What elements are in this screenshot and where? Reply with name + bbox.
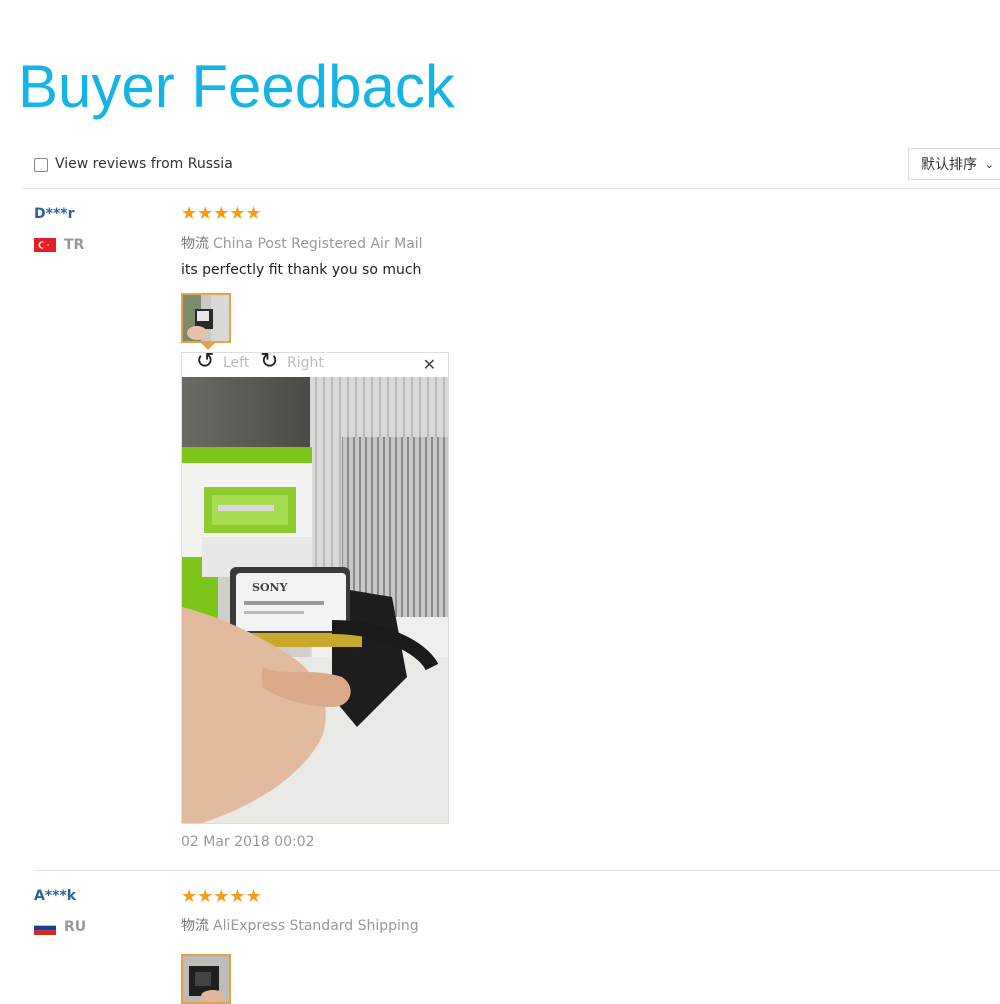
filter-bar: View reviews from Russia 默认排序 ⌄ [22,144,1000,189]
reviewer-country: TR [64,237,85,253]
review-photo-image: SONY [182,377,448,823]
shipping-label: 物流 [181,236,209,252]
close-icon[interactable]: ✕ [423,355,436,374]
rotate-left-icon: ↺ [196,349,215,374]
turkey-flag-icon [34,238,56,252]
shipping-method: AliExpress Standard Shipping [213,918,419,934]
review-comment: its perfectly fit thank you so much [181,262,422,278]
rotate-left-label: Left [223,355,250,371]
russia-reviews-checkbox[interactable] [34,158,48,172]
shipping-label: 物流 [181,918,209,934]
star-rating: ★★★★★ [181,886,262,907]
sort-label: 默认排序 [921,157,977,173]
camera-brand-label: SONY [252,581,288,594]
shipping-info: 物流 China Post Registered Air Mail [181,233,423,253]
review-photo-thumbnail[interactable] [181,293,231,343]
rotate-right-icon: ↻ [260,349,279,374]
thumbnail-image [183,295,229,341]
shipping-info: 物流 AliExpress Standard Shipping [181,915,419,935]
reviewer-name[interactable]: A***k [34,888,76,904]
review-date: 02 Mar 2018 00:02 [181,834,315,850]
sort-dropdown[interactable]: 默认排序 ⌄ [908,148,1000,180]
page-title: Buyer Feedback [18,53,455,120]
chevron-down-icon: ⌄ [984,158,994,171]
review-photo-thumbnail[interactable] [181,954,231,1004]
reviewer-country: RU [64,919,87,935]
photo-viewer: ↺ Left ↻ Right ✕ SONY [181,349,449,824]
viewer-toolbar: ↺ Left ↻ Right ✕ [182,349,448,377]
russia-reviews-label[interactable]: View reviews from Russia [55,156,233,172]
review-divider [34,870,1000,871]
thumbnail-image [183,956,229,1002]
reviewer-name[interactable]: D***r [34,206,75,222]
star-rating: ★★★★★ [181,203,262,224]
shipping-method: China Post Registered Air Mail [213,236,423,252]
russia-flag-icon [34,921,56,935]
rotate-right-label: Right [287,355,324,371]
review-photo: SONY [182,377,448,823]
